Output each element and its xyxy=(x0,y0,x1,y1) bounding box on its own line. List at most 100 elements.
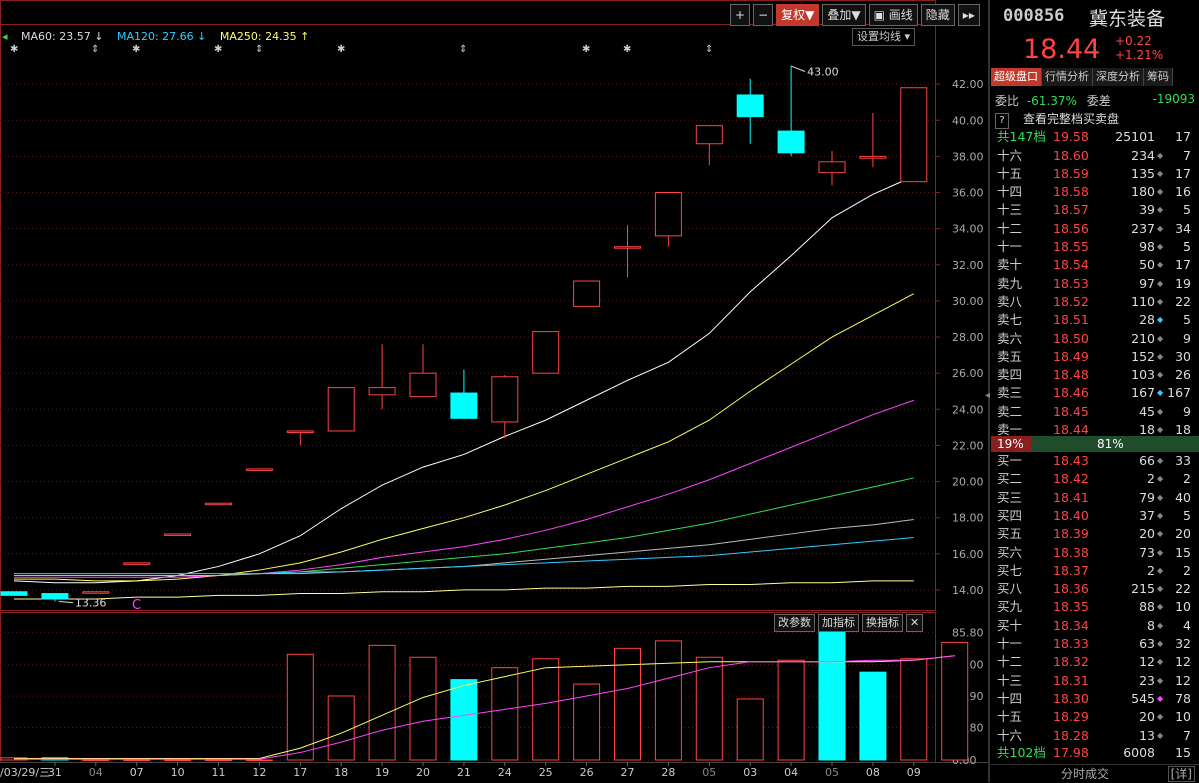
fuquan-dropdown[interactable]: 复权▼ xyxy=(776,4,820,26)
level-volume: 23 xyxy=(1139,672,1155,688)
bid-row[interactable]: 十三 18.31 23 ◆ 12 xyxy=(991,672,1199,690)
help-icon[interactable]: ? xyxy=(995,113,1009,129)
level-volume: 2 xyxy=(1147,562,1155,578)
tick-trades-tab[interactable]: 分时成交 xyxy=(1061,765,1109,783)
bid-row[interactable]: 十六 18.28 13 ◆ 7 xyxy=(991,727,1199,745)
tab-depth-analysis[interactable]: 深度分析 xyxy=(1093,68,1144,86)
detail-button[interactable]: [详] xyxy=(1167,766,1195,782)
stock-name: 冀东装备 xyxy=(1089,8,1166,30)
volume-bar xyxy=(777,659,805,761)
level-volume: 66 xyxy=(1139,453,1155,468)
candle-body xyxy=(818,161,846,174)
set-ma-button[interactable]: 设置均线 ▾ xyxy=(852,28,916,46)
level-marker-icon: ◆ xyxy=(1157,712,1164,722)
bid-row[interactable]: 十四 18.30 545 ◆ 78 xyxy=(991,690,1199,708)
bid-row[interactable]: 买八 18.36 215 ◆ 22 xyxy=(991,580,1199,598)
expand-icon[interactable]: ▸▸ xyxy=(957,4,980,26)
level-price: 18.45 xyxy=(1053,403,1089,419)
level-count: 40 xyxy=(1175,489,1191,505)
level-volume: 8 xyxy=(1147,617,1155,633)
level-price: 18.28 xyxy=(1053,727,1089,743)
ask-row[interactable]: 卖十 18.54 50 ◆ 17 xyxy=(991,256,1199,274)
candle-body xyxy=(573,280,601,307)
ask-row[interactable]: 卖六 18.50 210 ◆ 9 xyxy=(991,330,1199,348)
volume-bar xyxy=(205,759,232,761)
change-params-button[interactable]: 改参数 xyxy=(774,614,815,632)
level-label: 卖三 xyxy=(997,385,1023,401)
level-label: 买十 xyxy=(997,617,1023,633)
ask-row[interactable]: 十五 18.59 135 ◆ 17 xyxy=(991,165,1199,183)
buy-ratio: 81% xyxy=(1097,437,1124,451)
hide-button[interactable]: 隐藏 xyxy=(920,4,955,26)
level-count: 34 xyxy=(1175,220,1191,236)
bid-row[interactable]: 十二 18.32 12 ◆ 12 xyxy=(991,653,1199,671)
full-book-button[interactable]: ? 查看完整档买卖盘 xyxy=(995,111,1195,129)
ask-row[interactable]: 卖七 18.51 28 ◆ 5 xyxy=(991,311,1199,329)
level-label: 买一 xyxy=(997,453,1023,468)
bid-row[interactable]: 买三 18.41 79 ◆ 40 xyxy=(991,489,1199,507)
buy-total-row[interactable]: 共102档 17.98 6008 15 xyxy=(991,744,1199,762)
level-volume: 45 xyxy=(1139,403,1155,419)
tab-chips[interactable]: 筹码 xyxy=(1144,68,1173,86)
ask-row[interactable]: 卖八 18.52 110 ◆ 22 xyxy=(991,293,1199,311)
bid-row[interactable]: 买五 18.39 20 ◆ 20 xyxy=(991,525,1199,543)
candle-body xyxy=(205,502,232,506)
candle-body xyxy=(41,593,69,600)
bid-row[interactable]: 买六 18.38 73 ◆ 15 xyxy=(991,544,1199,562)
zoom-in-button[interactable]: + xyxy=(730,4,751,26)
level-volume: 98 xyxy=(1139,239,1155,254)
ask-row[interactable]: 十一 18.55 98 ◆ 5 xyxy=(991,238,1199,256)
candle-body xyxy=(777,130,805,154)
volume-bar xyxy=(654,640,682,761)
level-price: 18.56 xyxy=(1053,220,1089,236)
bid-row[interactable]: 买十 18.34 8 ◆ 4 xyxy=(991,617,1199,635)
volume-ma-line xyxy=(14,655,955,760)
bid-row[interactable]: 买四 18.40 37 ◆ 5 xyxy=(991,507,1199,525)
level-price: 18.41 xyxy=(1053,489,1089,505)
level-marker-icon: ◆ xyxy=(1157,333,1164,343)
tab-market-analysis[interactable]: 行情分析 xyxy=(1042,68,1093,86)
full-book-label: 查看完整档买卖盘 xyxy=(1023,112,1120,126)
bid-row[interactable]: 买一 18.43 66 ◆ 33 xyxy=(991,452,1199,470)
add-indicator-button[interactable]: 加指标 xyxy=(818,614,859,632)
bid-row[interactable]: 买九 18.35 88 ◆ 10 xyxy=(991,598,1199,616)
level-price: 18.51 xyxy=(1053,312,1089,328)
sell-total-row[interactable]: 共147档 19.58 25101 17 xyxy=(991,128,1199,146)
bid-row[interactable]: 买七 18.37 2 ◆ 2 xyxy=(991,562,1199,580)
ask-row[interactable]: 十三 18.57 39 ◆ 5 xyxy=(991,201,1199,219)
y-tick-label: 22.00 xyxy=(952,439,984,452)
ma-line xyxy=(14,518,914,576)
kline-chart-svg[interactable]: 42.00 40.00 38.00 36.00 34.00 32.00 30.00 28.00… xyxy=(0,0,990,782)
bid-row[interactable]: 十五 18.29 20 ◆ 10 xyxy=(991,708,1199,726)
level-marker-icon: ◆ xyxy=(1157,602,1164,612)
ask-row[interactable]: 卖二 18.45 45 ◆ 9 xyxy=(991,403,1199,421)
tab-super-orderbook[interactable]: 超级盘口 xyxy=(991,68,1042,86)
stock-code: 000856 xyxy=(1003,6,1065,26)
close-icon[interactable]: ✕ xyxy=(906,614,924,632)
price-change: +0.22 +1.21% xyxy=(1115,34,1163,62)
ask-row[interactable]: 十四 18.58 180 ◆ 16 xyxy=(991,183,1199,201)
collapse-arrow-icon[interactable]: ◂ xyxy=(985,390,990,401)
level-label: 十六 xyxy=(997,727,1023,743)
weibi-row: 委比 -61.37% 委差 -19093 xyxy=(995,92,1195,109)
level-volume: 39 xyxy=(1139,202,1155,218)
ask-row[interactable]: 卖九 18.53 97 ◆ 19 xyxy=(991,275,1199,293)
ask-row[interactable]: 十六 18.60 234 ◆ 7 xyxy=(991,147,1199,165)
x-tick-label: 10 xyxy=(171,766,185,779)
kline-chart-area[interactable]: 42.00 40.00 38.00 36.00 34.00 32.00 30.00 28.00… xyxy=(0,0,990,782)
x-tick-label: 18 xyxy=(334,766,348,779)
ask-row[interactable]: 卖五 18.49 152 ◆ 30 xyxy=(991,348,1199,366)
ask-row[interactable]: 卖三 18.46 167 ◆ 167 xyxy=(991,384,1199,402)
y-tick-label: 24.00 xyxy=(952,403,984,416)
y-tick-label: 36.00 xyxy=(952,187,984,200)
ask-row[interactable]: 十二 18.56 237 ◆ 34 xyxy=(991,220,1199,238)
candle-body xyxy=(614,246,641,249)
level-price: 18.36 xyxy=(1053,581,1089,597)
bid-row[interactable]: 买二 18.42 2 ◆ 2 xyxy=(991,470,1199,488)
overlay-dropdown[interactable]: 叠加▼ xyxy=(822,4,866,26)
zoom-out-button[interactable]: − xyxy=(753,4,774,26)
draw-line-button[interactable]: ▣ 画线 xyxy=(868,4,918,26)
switch-indicator-button[interactable]: 换指标 xyxy=(862,614,903,632)
bid-row[interactable]: 十一 18.33 63 ◆ 32 xyxy=(991,635,1199,653)
ask-row[interactable]: 卖四 18.48 103 ◆ 26 xyxy=(991,366,1199,384)
